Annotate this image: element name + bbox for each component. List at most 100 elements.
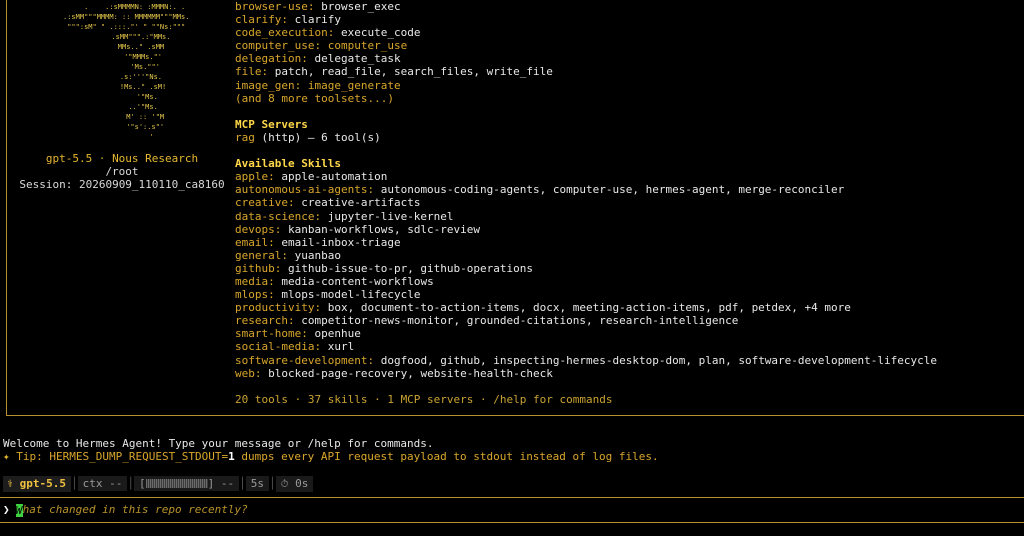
skill-row: mlops: mlops-model-lifecycle <box>235 288 1024 301</box>
skill-row-key: productivity: <box>235 301 322 315</box>
skill-row-value: creative-artifacts <box>301 196 421 210</box>
toolset-row: browser-use: browser_exec <box>235 0 1024 13</box>
skill-row: productivity: box, document-to-action-it… <box>235 301 1024 314</box>
skill-row-key: email: <box>235 235 275 249</box>
toolset-row: image_gen: image_generate <box>235 79 1024 92</box>
banner-summary: 20 tools · 37 skills · 1 MCP servers · /… <box>235 392 613 406</box>
skill-row-value: apple-automation <box>281 170 388 184</box>
skill-row-value: dogfood, github, inspecting-hermes-deskt… <box>380 353 937 367</box>
banner-session: Session: 20260909_110110_ca8160 <box>7 178 237 191</box>
meter-close: ] -- <box>207 477 235 490</box>
skill-row: software-development: dogfood, github, i… <box>235 354 1024 367</box>
skill-row: email: email-inbox-triage <box>235 236 1024 249</box>
status-timer: ⏱ 0s <box>275 475 314 492</box>
skill-row: web: blocked-page-recovery, website-heal… <box>235 367 1024 380</box>
skill-row-value: email-inbox-triage <box>281 235 401 249</box>
skill-row-key: research: <box>235 314 295 328</box>
status-bar: ⚕ gpt-5.5 │ ctx -- │ [] -- │ 5s │ ⏱ 0s <box>3 475 314 492</box>
toolset-row-value: clarify <box>294 13 341 27</box>
skill-row: github: github-issue-to-pr, github-opera… <box>235 262 1024 275</box>
status-model: ⚕ gpt-5.5 <box>3 475 72 492</box>
skill-row-key: social-media: <box>235 340 322 354</box>
skill-row-value: xurl <box>327 340 355 354</box>
toolset-row-key: computer_use: <box>235 39 322 53</box>
skill-row-value: box, document-to-action-items, docx, mee… <box>327 301 851 315</box>
skill-row: general: yuanbao <box>235 249 1024 262</box>
skill-row-value: mlops-model-lifecycle <box>281 288 421 302</box>
session-label: Session: <box>19 178 73 191</box>
welcome-banner-panel: . .:sMMMMN: :MMMN:. . .:sMM"""MMMM: :: M… <box>6 0 1024 416</box>
skill-row: social-media: xurl <box>235 340 1024 353</box>
mcp-server-row: rag (http) — 6 tool(s) <box>235 131 1024 144</box>
tip-suffix: dumps every API request payload to stdou… <box>234 450 659 463</box>
meter-open: [ <box>139 477 146 490</box>
context-usage-bar <box>145 479 208 488</box>
welcome-message: Welcome to Hermes Agent! Type your messa… <box>3 437 434 450</box>
tip-value: 1 <box>228 450 235 463</box>
banner-provider: Nous Research <box>112 152 199 165</box>
skill-row-key: apple: <box>235 170 275 184</box>
text-cursor: W <box>15 503 23 517</box>
input-top-rule <box>0 497 1024 498</box>
skill-row: apple: apple-automation <box>235 170 1024 183</box>
toolset-row-value: delegate_task <box>314 52 401 66</box>
toolset-row-value: image_generate <box>307 78 401 92</box>
skill-row-key: smart-home: <box>235 327 308 341</box>
skill-row-key: autonomous-ai-agents: <box>235 183 375 197</box>
message-input[interactable]: ❯ W hat changed in this repo recently? <box>3 503 248 517</box>
skill-row-key: software-development: <box>235 353 375 367</box>
toolset-row: clarify: clarify <box>235 13 1024 26</box>
skill-row-value: blocked-page-recovery, website-health-ch… <box>268 366 553 380</box>
toolset-row: delegation: delegate_task <box>235 52 1024 65</box>
toolset-row-value: execute_code <box>340 26 421 40</box>
skill-row-key: creative: <box>235 196 295 210</box>
banner-right-column: browser-use: browser_exec clarify: clarif… <box>235 0 1024 406</box>
status-duration: 5s <box>245 476 270 491</box>
mcp-servers-list: rag (http) — 6 tool(s) <box>235 131 1024 144</box>
skill-row-value: kanban-workflows, sdlc-review <box>287 222 481 236</box>
status-context-meter: [ ] -- <box>134 476 240 491</box>
banner-model-line: gpt-5.5 · Nous Research <box>7 152 237 165</box>
toolset-row-key: file: <box>235 65 269 79</box>
mcp-server-name: rag <box>235 130 255 144</box>
status-timer-value: 0s <box>295 476 309 490</box>
toolsets-list: browser-use: browser_exec clarify: clarif… <box>235 0 1024 92</box>
skill-row: autonomous-ai-agents: autonomous-coding-… <box>235 183 1024 196</box>
skill-row: devops: kanban-workflows, sdlc-review <box>235 223 1024 236</box>
session-id: 20260909_110110_ca8160 <box>78 178 225 191</box>
skill-row-key: general: <box>235 248 288 262</box>
skill-row-key: github: <box>235 261 282 275</box>
skill-row: creative: creative-artifacts <box>235 196 1024 209</box>
toolset-row-key: image_gen: <box>235 78 302 92</box>
banner-model-name: gpt-5.5 <box>45 152 93 165</box>
skill-row-key: data-science: <box>235 209 322 223</box>
skill-row-value: openhue <box>314 327 361 341</box>
hermes-logo-ascii-art: . .:sMMMMN: :MMMN:. . .:sMM"""MMMM: :: M… <box>62 3 190 141</box>
status-model-name: gpt-5.5 <box>19 476 67 490</box>
input-bottom-rule <box>0 522 1024 523</box>
skill-row: smart-home: openhue <box>235 327 1024 340</box>
skill-row-value: competitor-news-monitor, grounded-citati… <box>301 314 739 328</box>
toolset-row-key: delegation: <box>235 52 308 66</box>
banner-separator: · <box>92 152 113 165</box>
tip-prefix: Tip: HERMES_DUMP_REQUEST_STDOUT= <box>9 450 229 463</box>
skill-row-value: yuanbao <box>294 248 341 262</box>
toolset-row-key: browser-use: <box>235 0 315 13</box>
skills-title: Available Skills <box>235 157 341 171</box>
skill-row-key: media: <box>235 274 275 288</box>
toolset-row: code_execution: execute_code <box>235 26 1024 39</box>
tip-line: ✦ Tip: HERMES_DUMP_REQUEST_STDOUT=1 dump… <box>3 450 659 463</box>
skill-row: research: competitor-news-monitor, groun… <box>235 314 1024 327</box>
prompt-caret-icon: ❯ <box>3 503 10 516</box>
skill-row-value: github-issue-to-pr, github-operations <box>287 261 534 275</box>
skill-row-value: media-content-workflows <box>281 274 434 288</box>
caduceus-icon: ⚕ <box>7 478 14 490</box>
banner-left-column: . .:sMMMMN: :MMMN:. . .:sMM"""MMMM: :: M… <box>7 2 237 191</box>
toolset-row-value: patch, read_file, search_files, write_fi… <box>274 65 553 79</box>
sparkle-icon: ✦ <box>3 450 10 463</box>
mcp-server-detail: (http) — 6 tool(s) <box>261 130 381 144</box>
skill-row-key: devops: <box>235 222 282 236</box>
skills-list: apple: apple-automation autonomous-ai-age… <box>235 170 1024 380</box>
toolset-row: file: patch, read_file, search_files, wr… <box>235 65 1024 78</box>
toolset-row: computer_use: computer_use <box>235 39 1024 52</box>
